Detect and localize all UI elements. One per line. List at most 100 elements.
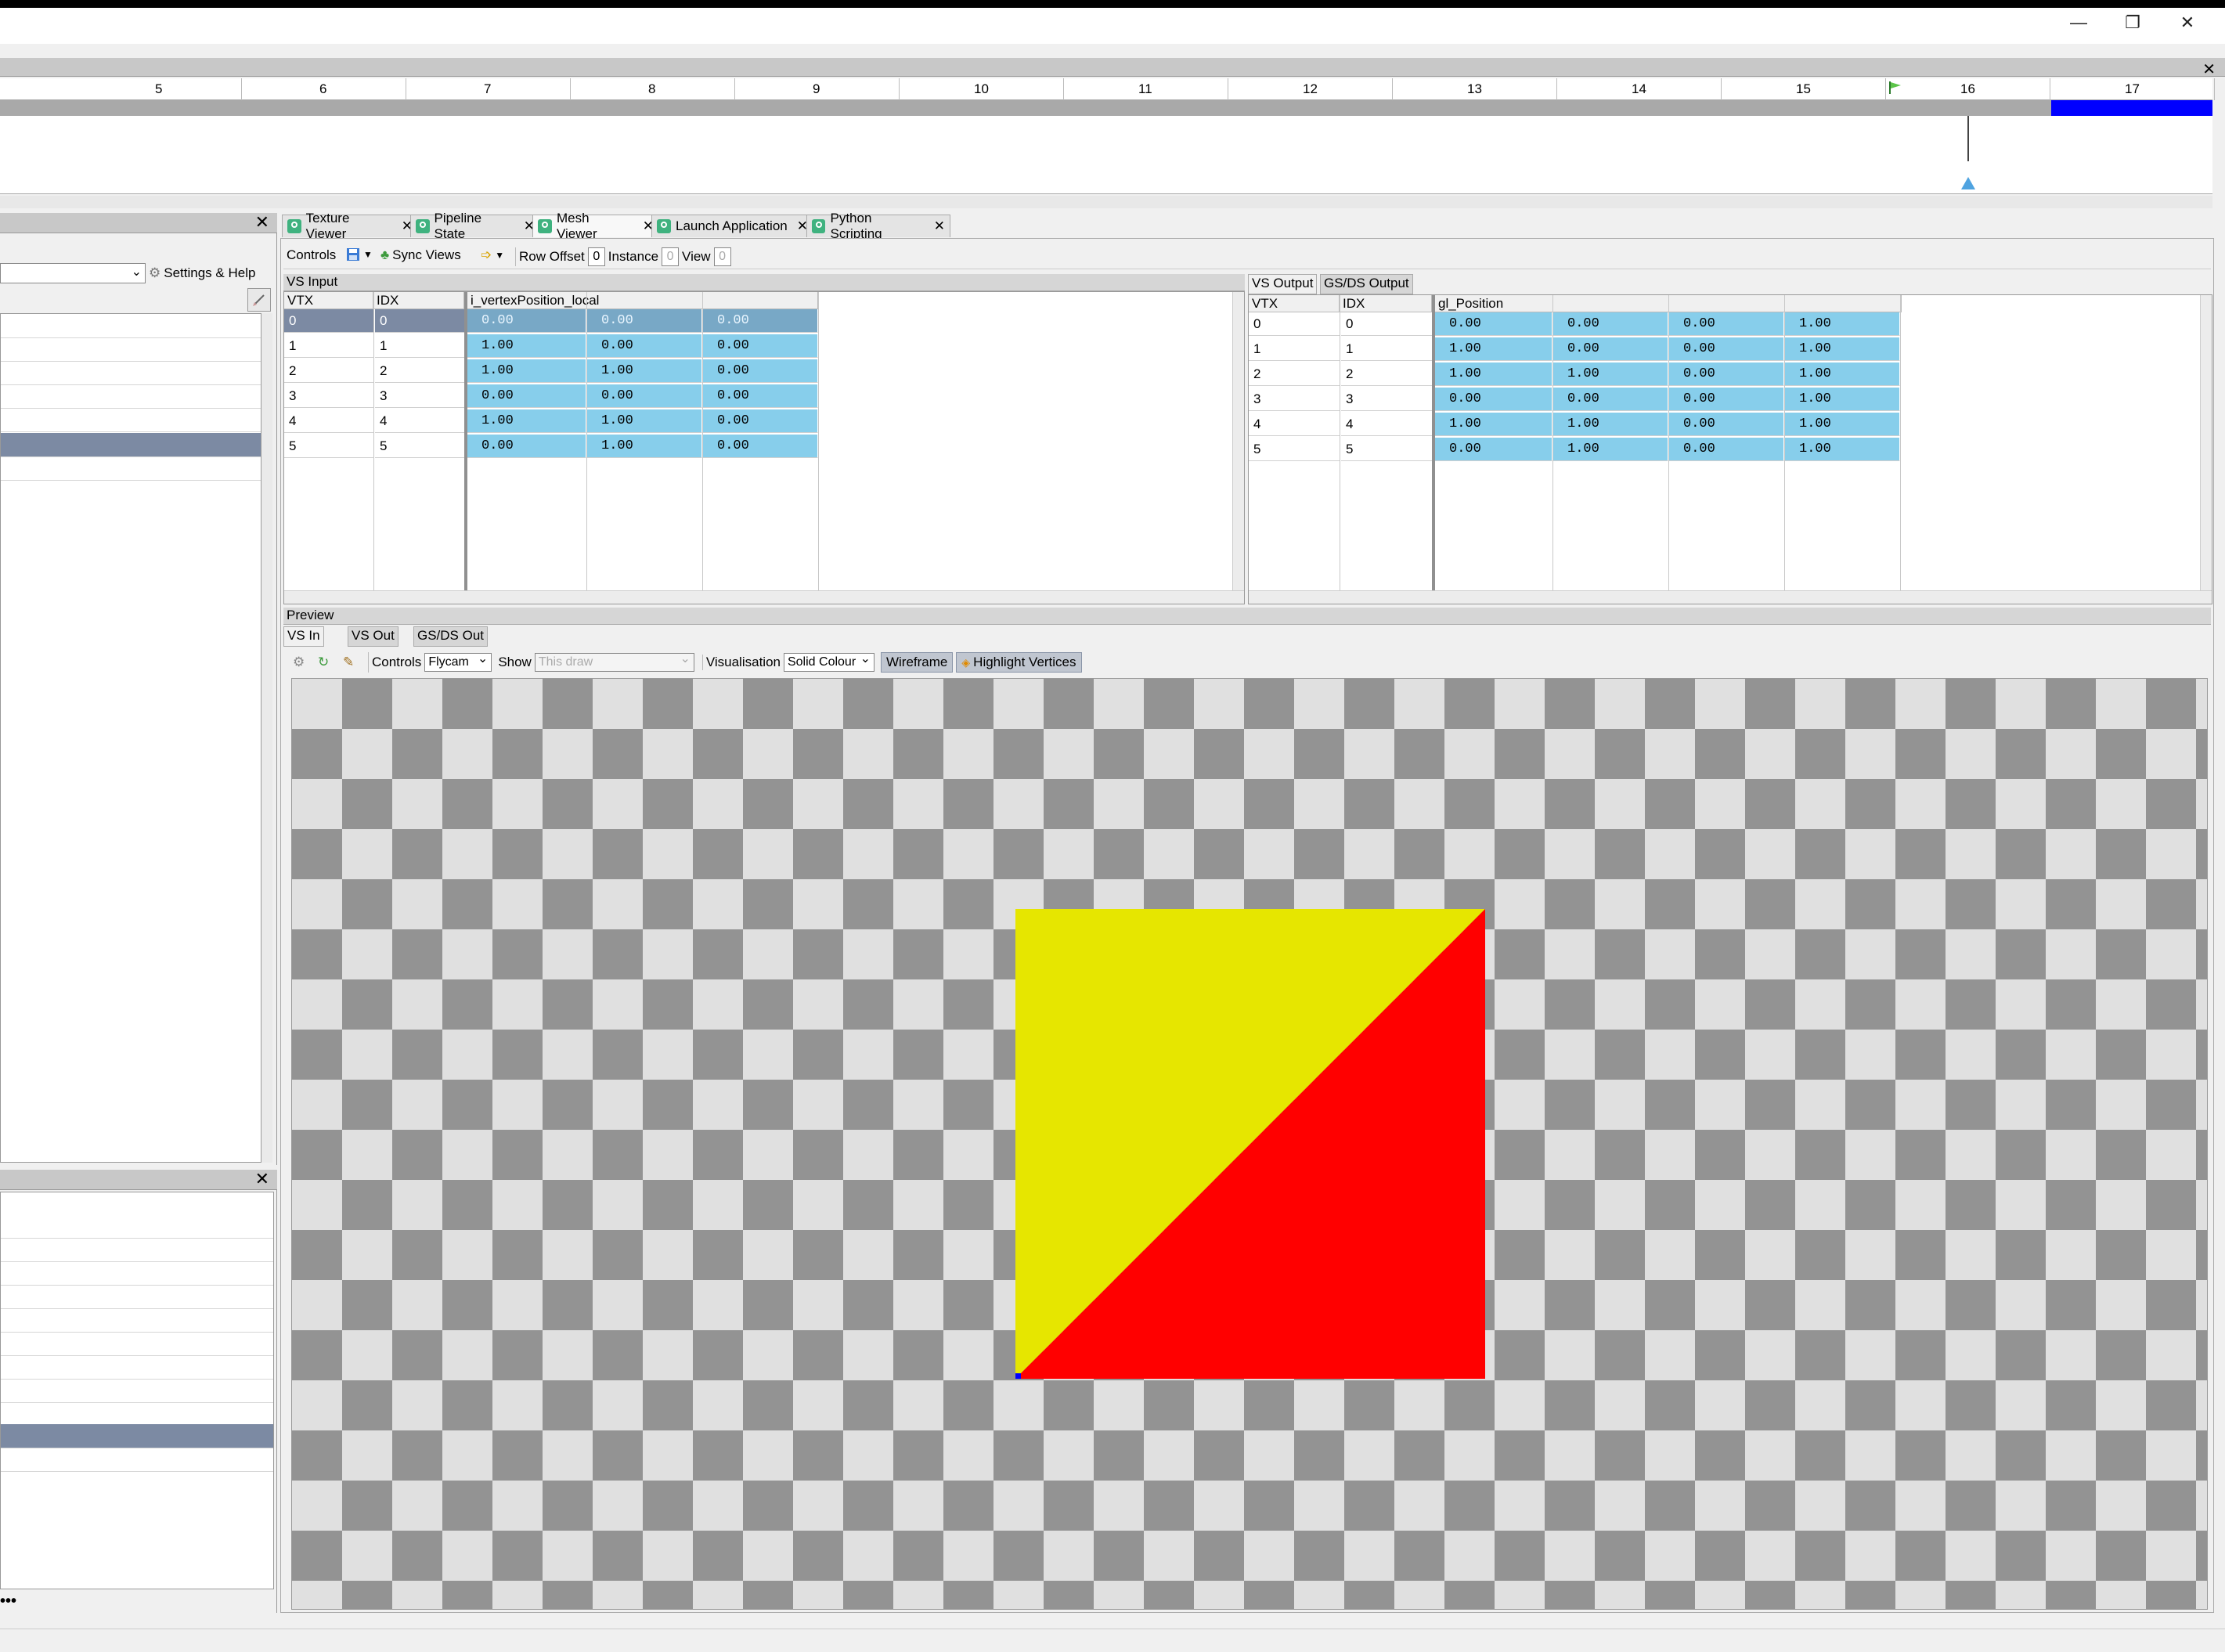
list-item[interactable] xyxy=(1,408,261,432)
cell-idx[interactable]: 5 xyxy=(1341,438,1432,461)
cell-value[interactable]: 1.00 xyxy=(1785,413,1900,436)
mesh-preview-viewport[interactable] xyxy=(291,678,2208,1610)
cell-vtx[interactable]: 5 xyxy=(1249,438,1340,461)
list-item[interactable] xyxy=(1,1238,273,1262)
cell-vtx[interactable]: 4 xyxy=(1249,413,1340,436)
panel-close-icon[interactable]: ✕ xyxy=(255,213,269,232)
cell-value[interactable]: 1.00 xyxy=(1435,337,1552,361)
cell-value[interactable]: 1.00 xyxy=(1553,413,1668,436)
cell-value[interactable]: 0.00 xyxy=(1435,388,1552,411)
visualisation-select[interactable]: Solid Colour xyxy=(783,651,874,672)
reset-camera-icon[interactable]: ↻ xyxy=(318,655,329,670)
edit-icon[interactable] xyxy=(247,288,271,312)
cell-value[interactable]: 0.00 xyxy=(587,334,702,358)
list-item-selected[interactable] xyxy=(1,1424,273,1448)
sync-views-button[interactable]: ♣ Sync Views xyxy=(380,247,461,263)
cell-value[interactable]: 1.00 xyxy=(467,334,586,358)
cell-value[interactable]: 0.00 xyxy=(1553,312,1668,336)
cell-vtx[interactable]: 5 xyxy=(284,435,373,458)
column-header-vtx[interactable]: VTX xyxy=(1249,295,1340,312)
api-call-list[interactable] xyxy=(0,1192,274,1589)
cell-vtx[interactable]: 3 xyxy=(1249,388,1340,411)
cell-value[interactable]: 0.00 xyxy=(1669,363,1784,386)
tab-vs-output[interactable]: VS Output xyxy=(1248,274,1318,294)
cell-value[interactable]: 0.00 xyxy=(703,334,818,358)
cell-value[interactable]: 0.00 xyxy=(1553,388,1668,411)
cell-idx[interactable]: 4 xyxy=(375,409,464,433)
list-item[interactable] xyxy=(1,1379,273,1403)
column-header-idx[interactable]: IDX xyxy=(373,292,464,309)
vertical-scrollbar[interactable] xyxy=(1232,292,1244,604)
cell-idx[interactable]: 0 xyxy=(375,309,464,333)
cell-value[interactable]: 0.00 xyxy=(703,359,818,383)
cell-value[interactable]: 0.00 xyxy=(467,309,586,333)
cell-vtx[interactable]: 0 xyxy=(284,309,373,333)
column-header-idx[interactable]: IDX xyxy=(1340,295,1432,312)
tab-pipeline-state[interactable]: Pipeline State ✕ xyxy=(410,211,540,241)
list-item[interactable] xyxy=(1,1448,273,1472)
cell-value[interactable]: 1.00 xyxy=(1785,363,1900,386)
vs-input-table[interactable]: VTX IDX i_vertexPosition_local 0 0 0.00 … xyxy=(283,291,1245,604)
tab-texture-viewer[interactable]: Texture Viewer ✕ xyxy=(282,211,418,241)
timeline-ruler[interactable]: 5 6 7 8 9 10 11 12 13 14 15 16 17 xyxy=(0,78,2215,100)
cell-value[interactable]: 1.00 xyxy=(587,359,702,383)
cell-value[interactable]: 0.00 xyxy=(1435,438,1552,461)
cell-value[interactable]: 1.00 xyxy=(1785,337,1900,361)
cell-idx[interactable]: 5 xyxy=(375,435,464,458)
cell-value[interactable]: 0.00 xyxy=(467,435,586,458)
tab-launch-application[interactable]: Launch Application ✕ xyxy=(651,215,814,237)
cell-value[interactable]: 1.00 xyxy=(1785,438,1900,461)
cell-value[interactable]: 1.00 xyxy=(1435,363,1552,386)
cell-value[interactable]: 0.00 xyxy=(1669,337,1784,361)
cell-idx[interactable]: 2 xyxy=(1341,363,1432,386)
list-item[interactable] xyxy=(1,1332,273,1356)
cell-value[interactable]: 0.00 xyxy=(1435,312,1552,336)
list-item[interactable] xyxy=(1,384,261,409)
panel-close-icon[interactable]: ✕ xyxy=(255,1170,269,1189)
camera-controls-select[interactable]: Flycam xyxy=(424,651,492,672)
tab-gs-ds-out[interactable]: GS/DS Out xyxy=(413,626,489,647)
event-list[interactable] xyxy=(0,313,261,1163)
settings-help-button[interactable]: ⚙ Settings & Help xyxy=(149,263,274,283)
timeline-area[interactable] xyxy=(0,116,2212,194)
list-item-selected[interactable] xyxy=(1,433,261,457)
cell-value[interactable]: 0.00 xyxy=(703,309,818,333)
event-filter-dropdown[interactable]: ⌄ xyxy=(0,263,146,283)
wireframe-button[interactable]: Wireframe xyxy=(880,652,954,673)
cell-idx[interactable]: 2 xyxy=(375,359,464,383)
cell-value[interactable]: 0.00 xyxy=(703,384,818,408)
list-item[interactable] xyxy=(1,361,261,385)
vs-output-table[interactable]: VTX IDX gl_Position 0 0 0.00 0.00 0.00 1… xyxy=(1248,294,2212,604)
horizontal-scrollbar[interactable] xyxy=(1249,590,2212,604)
cell-value[interactable]: 0.00 xyxy=(467,384,586,408)
cell-value[interactable]: 1.00 xyxy=(587,435,702,458)
gear-icon[interactable]: ⚙ xyxy=(293,655,305,670)
cell-value[interactable]: 1.00 xyxy=(1553,438,1668,461)
timeline-scrollbar[interactable] xyxy=(0,196,2212,208)
cell-idx[interactable]: 0 xyxy=(1341,312,1432,336)
close-icon[interactable]: ✕ xyxy=(934,218,945,234)
column-header-vtx[interactable]: VTX xyxy=(284,292,373,309)
cell-value[interactable]: 1.00 xyxy=(1435,413,1552,436)
maximize-button[interactable]: ❐ xyxy=(2109,11,2156,34)
timeline-marker-arrow-icon[interactable] xyxy=(1961,177,1975,189)
cell-vtx[interactable]: 2 xyxy=(1249,363,1340,386)
cell-value[interactable]: 0.00 xyxy=(703,435,818,458)
cell-value[interactable]: 0.00 xyxy=(1669,413,1784,436)
instance-stepper[interactable]: 0 xyxy=(662,247,680,266)
list-item[interactable] xyxy=(1,1355,273,1380)
cell-value[interactable]: 1.00 xyxy=(467,359,586,383)
list-item[interactable] xyxy=(1,337,261,362)
cell-value[interactable]: 0.00 xyxy=(1553,337,1668,361)
column-header-attribute[interactable]: i_vertexPosition_local xyxy=(464,292,818,309)
highlight-vertices-button[interactable]: ◈ Highlight Vertices xyxy=(956,652,1082,673)
cell-idx[interactable]: 3 xyxy=(375,384,464,408)
cell-value[interactable]: 1.00 xyxy=(1785,388,1900,411)
cell-value[interactable]: 0.00 xyxy=(1669,312,1784,336)
cell-vtx[interactable]: 4 xyxy=(284,409,373,433)
view-stepper[interactable]: 0 xyxy=(713,247,731,266)
tab-vs-in[interactable]: VS In xyxy=(283,626,324,647)
tab-vs-out[interactable]: VS Out xyxy=(348,626,398,647)
list-item[interactable] xyxy=(1,314,261,338)
list-item[interactable] xyxy=(1,456,261,481)
